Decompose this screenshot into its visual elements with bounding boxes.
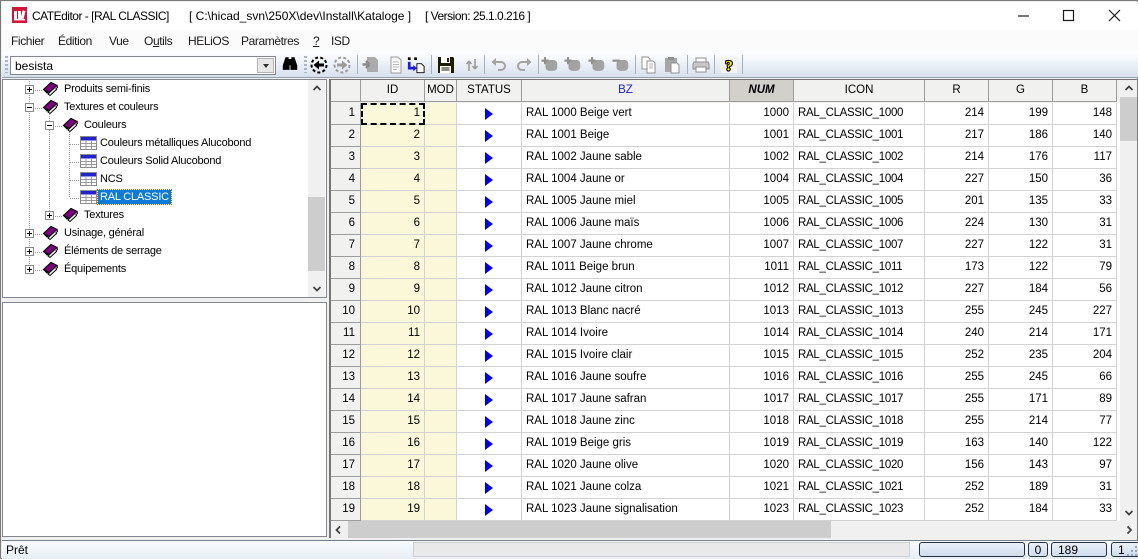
svg-text:?: ? — [725, 59, 733, 75]
